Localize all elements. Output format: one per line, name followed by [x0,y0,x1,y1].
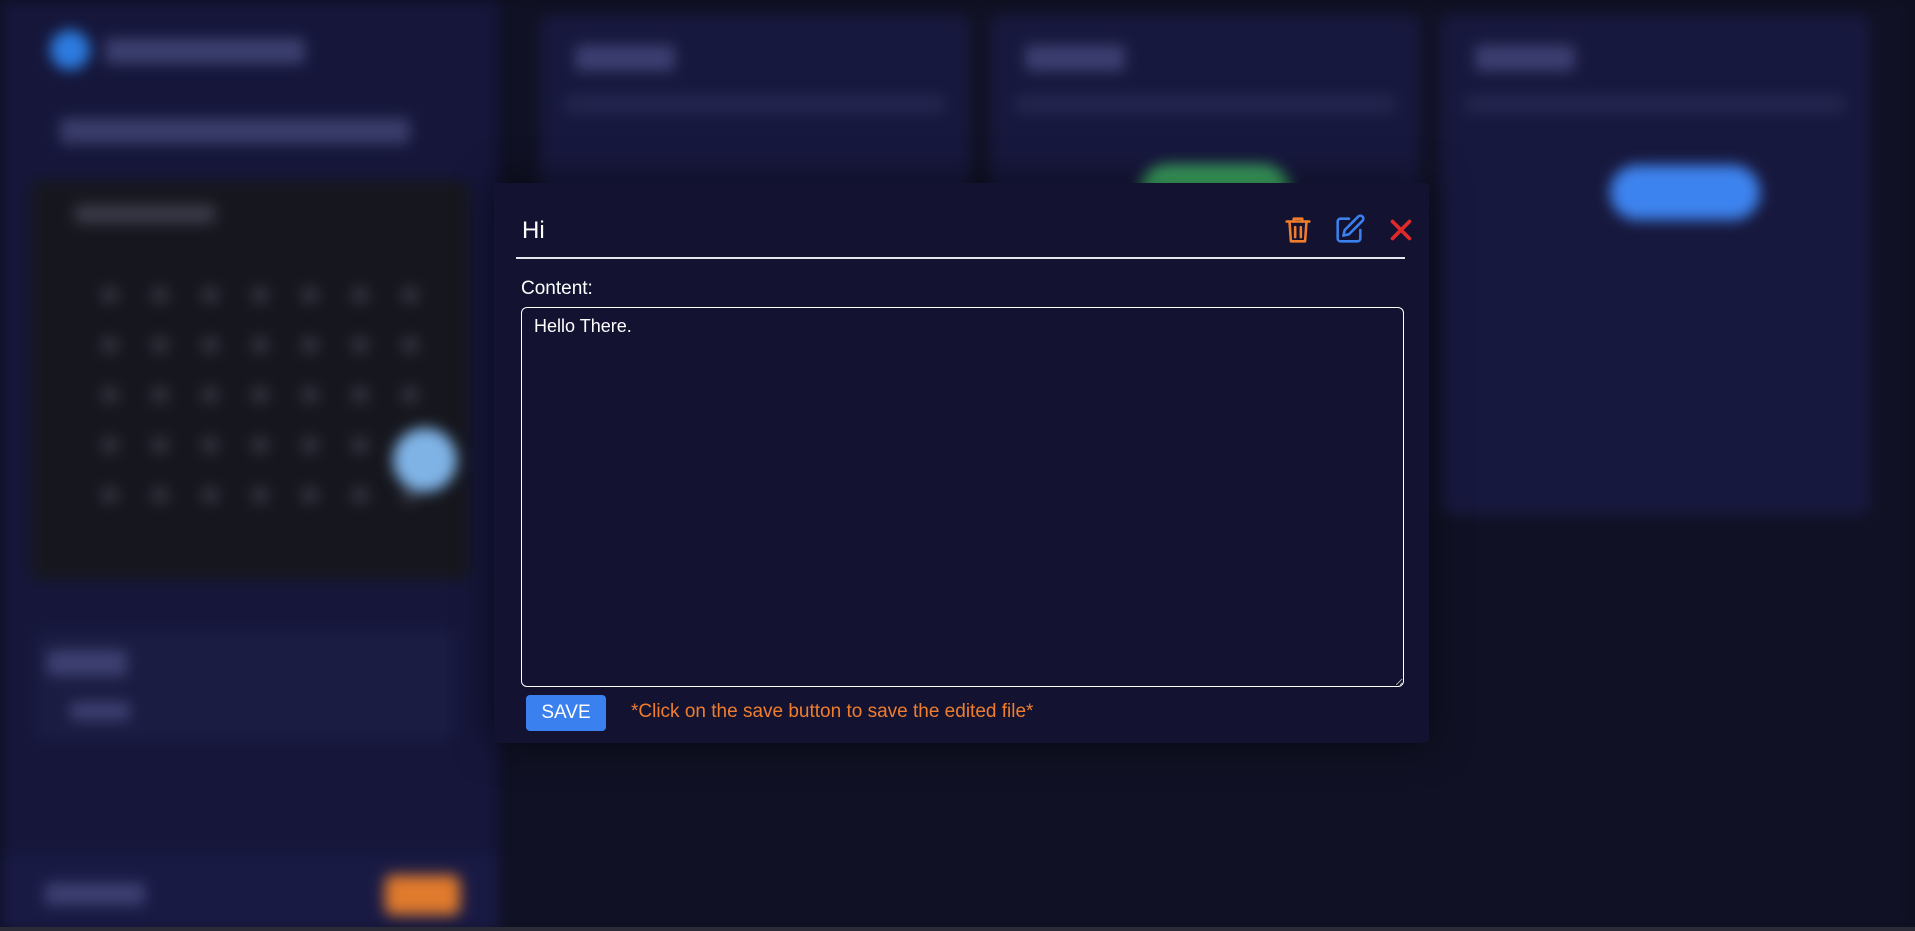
content-label: Content: [521,278,593,299]
sidebar-greeting-placeholder [60,118,410,144]
column-divider [1015,95,1395,113]
blue-pill-placeholder [1610,165,1760,220]
calendar-widget [30,180,470,580]
trash-icon[interactable] [1281,213,1315,247]
edit-note-modal: Hi Content: Hello There. SAVE *Click on … [494,183,1429,743]
sidebar-footer [0,855,500,931]
modal-title: Hi [522,217,545,244]
content-textarea[interactable]: Hello There. [521,307,1404,687]
close-icon[interactable] [1384,213,1418,247]
column-heading-placeholder [575,45,675,71]
save-button[interactable]: SAVE [526,695,606,731]
app-logo [50,30,90,70]
calendar-days [85,270,425,530]
notes-section [35,630,455,740]
calendar-title-placeholder [75,205,215,223]
column-divider [565,95,945,113]
save-hint-text: *Click on the save button to save the ed… [631,701,1034,722]
window-bottom-edge [0,927,1915,931]
app-name-placeholder [105,38,305,64]
edit-icon[interactable] [1332,213,1366,247]
calendar-selected-day [393,428,457,492]
column-heading-placeholder [1475,45,1575,71]
user-placeholder [45,883,145,905]
app-window: Hi Content: Hello There. SAVE *Click on … [0,0,1915,931]
modal-header: Hi [516,205,1412,259]
board-column [1440,15,1870,515]
sidebar [0,0,500,931]
notes-heading-placeholder [47,650,127,676]
column-divider [1465,95,1845,113]
notes-item-placeholder [70,702,130,720]
logout-button-placeholder [385,875,460,915]
column-heading-placeholder [1025,45,1125,71]
